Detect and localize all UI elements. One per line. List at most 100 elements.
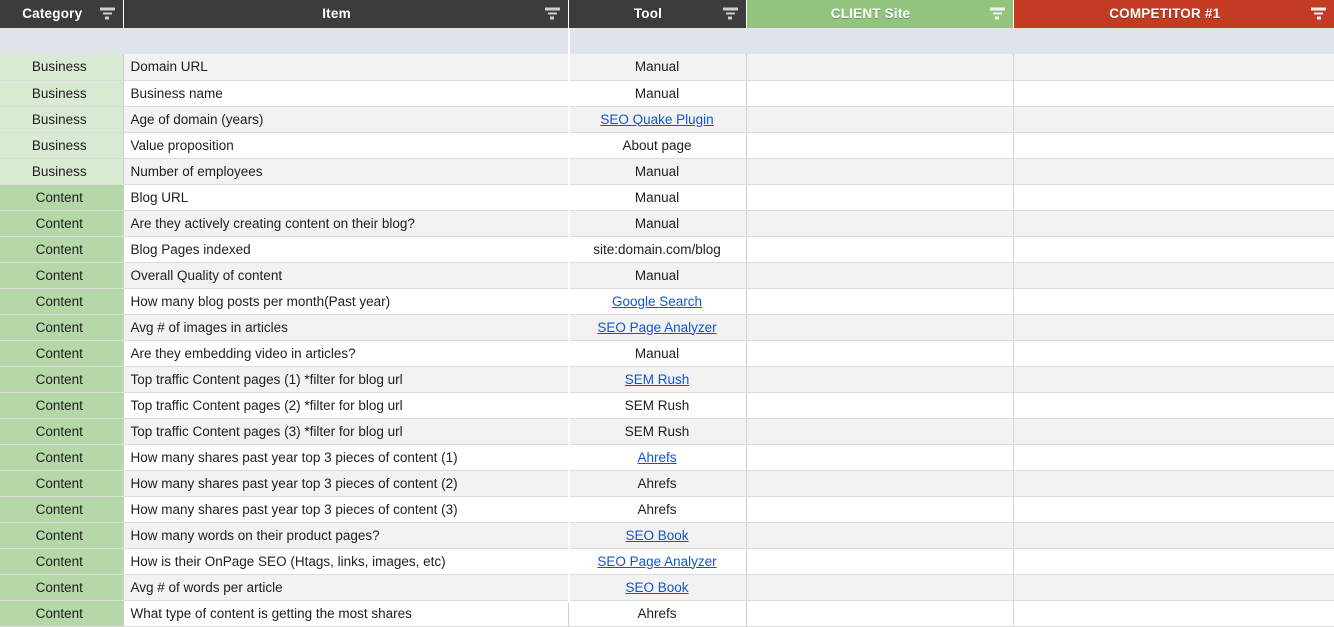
- cell-tool[interactable]: SEO Page Analyzer: [568, 548, 746, 574]
- cell-competitor-1[interactable]: [1013, 366, 1334, 392]
- cell-tool[interactable]: SEO Book: [568, 522, 746, 548]
- cell-item[interactable]: Blog Pages indexed: [123, 236, 568, 262]
- cell-competitor-1[interactable]: [1013, 392, 1334, 418]
- cell-client-site[interactable]: [746, 184, 1013, 210]
- cell-client-site[interactable]: [746, 158, 1013, 184]
- column-header-client-site[interactable]: CLIENT Site: [746, 0, 1013, 28]
- cell-category[interactable]: Business: [0, 106, 123, 132]
- cell-client-site[interactable]: [746, 262, 1013, 288]
- cell-competitor-1[interactable]: [1013, 418, 1334, 444]
- cell-category[interactable]: Business: [0, 132, 123, 158]
- filter-funnel-icon-category[interactable]: [100, 8, 115, 21]
- cell-category[interactable]: Content: [0, 496, 123, 522]
- cell-competitor-1[interactable]: [1013, 54, 1334, 80]
- cell-tool[interactable]: Manual: [568, 158, 746, 184]
- cell-tool[interactable]: site:domain.com/blog: [568, 236, 746, 262]
- cell-category[interactable]: Content: [0, 184, 123, 210]
- cell-category[interactable]: Content: [0, 392, 123, 418]
- cell-item[interactable]: How many blog posts per month(Past year): [123, 288, 568, 314]
- cell-category[interactable]: Content: [0, 236, 123, 262]
- cell-competitor-1[interactable]: [1013, 496, 1334, 522]
- filter-funnel-icon-tool[interactable]: [723, 8, 738, 21]
- cell-competitor-1[interactable]: [1013, 106, 1334, 132]
- cell-tool[interactable]: SEM Rush: [568, 418, 746, 444]
- cell-competitor-1[interactable]: [1013, 158, 1334, 184]
- tool-link[interactable]: SEO Page Analyzer: [597, 554, 716, 569]
- cell-tool[interactable]: SEO Quake Plugin: [568, 106, 746, 132]
- cell-tool[interactable]: Manual: [568, 262, 746, 288]
- cell-tool[interactable]: SEM Rush: [568, 366, 746, 392]
- cell-item[interactable]: Blog URL: [123, 184, 568, 210]
- cell-category[interactable]: Content: [0, 340, 123, 366]
- cell-item[interactable]: Avg # of images in articles: [123, 314, 568, 340]
- cell-category[interactable]: Content: [0, 444, 123, 470]
- cell-client-site[interactable]: [746, 54, 1013, 80]
- cell-category[interactable]: Content: [0, 418, 123, 444]
- filter-funnel-icon-item[interactable]: [545, 8, 560, 21]
- cell-category[interactable]: Content: [0, 600, 123, 626]
- cell-item[interactable]: How many words on their product pages?: [123, 522, 568, 548]
- cell-item[interactable]: Value proposition: [123, 132, 568, 158]
- cell-competitor-1[interactable]: [1013, 314, 1334, 340]
- cell-category[interactable]: Content: [0, 574, 123, 600]
- cell-client-site[interactable]: [746, 600, 1013, 626]
- cell-tool[interactable]: Manual: [568, 340, 746, 366]
- tool-link[interactable]: SEO Quake Plugin: [600, 112, 713, 127]
- cell-client-site[interactable]: [746, 210, 1013, 236]
- cell-category[interactable]: Content: [0, 262, 123, 288]
- cell-category[interactable]: Content: [0, 548, 123, 574]
- cell-client-site[interactable]: [746, 418, 1013, 444]
- cell-client-site[interactable]: [746, 548, 1013, 574]
- cell-category[interactable]: Content: [0, 314, 123, 340]
- tool-link[interactable]: SEM Rush: [625, 372, 690, 387]
- cell-client-site[interactable]: [746, 236, 1013, 262]
- cell-tool[interactable]: Ahrefs: [568, 600, 746, 626]
- cell-category[interactable]: Content: [0, 522, 123, 548]
- cell-item[interactable]: How many shares past year top 3 pieces o…: [123, 496, 568, 522]
- cell-client-site[interactable]: [746, 574, 1013, 600]
- cell-competitor-1[interactable]: [1013, 210, 1334, 236]
- cell-competitor-1[interactable]: [1013, 132, 1334, 158]
- cell-item[interactable]: Top traffic Content pages (3) *filter fo…: [123, 418, 568, 444]
- cell-competitor-1[interactable]: [1013, 548, 1334, 574]
- cell-category[interactable]: Content: [0, 366, 123, 392]
- cell-tool[interactable]: Ahrefs: [568, 444, 746, 470]
- cell-item[interactable]: Domain URL: [123, 54, 568, 80]
- cell-tool[interactable]: SEM Rush: [568, 392, 746, 418]
- tool-link[interactable]: SEO Book: [625, 528, 688, 543]
- cell-tool[interactable]: Ahrefs: [568, 470, 746, 496]
- cell-client-site[interactable]: [746, 496, 1013, 522]
- column-header-item[interactable]: Item: [123, 0, 568, 28]
- column-header-competitor-1[interactable]: COMPETITOR #1: [1013, 0, 1334, 28]
- cell-item[interactable]: Avg # of words per article: [123, 574, 568, 600]
- cell-client-site[interactable]: [746, 470, 1013, 496]
- cell-tool[interactable]: SEO Page Analyzer: [568, 314, 746, 340]
- cell-tool[interactable]: Manual: [568, 184, 746, 210]
- tool-link[interactable]: SEO Book: [625, 580, 688, 595]
- cell-item[interactable]: How many shares past year top 3 pieces o…: [123, 444, 568, 470]
- cell-item[interactable]: Number of employees: [123, 158, 568, 184]
- cell-category[interactable]: Content: [0, 470, 123, 496]
- cell-competitor-1[interactable]: [1013, 522, 1334, 548]
- cell-item[interactable]: Are they actively creating content on th…: [123, 210, 568, 236]
- cell-tool[interactable]: Ahrefs: [568, 496, 746, 522]
- cell-competitor-1[interactable]: [1013, 184, 1334, 210]
- cell-category[interactable]: Business: [0, 54, 123, 80]
- cell-competitor-1[interactable]: [1013, 288, 1334, 314]
- cell-client-site[interactable]: [746, 132, 1013, 158]
- cell-competitor-1[interactable]: [1013, 340, 1334, 366]
- cell-tool[interactable]: Manual: [568, 80, 746, 106]
- cell-competitor-1[interactable]: [1013, 574, 1334, 600]
- cell-client-site[interactable]: [746, 366, 1013, 392]
- tool-link[interactable]: SEO Page Analyzer: [597, 320, 716, 335]
- cell-item[interactable]: Business name: [123, 80, 568, 106]
- cell-tool[interactable]: Manual: [568, 54, 746, 80]
- cell-competitor-1[interactable]: [1013, 444, 1334, 470]
- cell-item[interactable]: Top traffic Content pages (2) *filter fo…: [123, 392, 568, 418]
- cell-client-site[interactable]: [746, 106, 1013, 132]
- cell-item[interactable]: Overall Quality of content: [123, 262, 568, 288]
- cell-category[interactable]: Content: [0, 210, 123, 236]
- cell-client-site[interactable]: [746, 80, 1013, 106]
- cell-tool[interactable]: SEO Book: [568, 574, 746, 600]
- cell-competitor-1[interactable]: [1013, 80, 1334, 106]
